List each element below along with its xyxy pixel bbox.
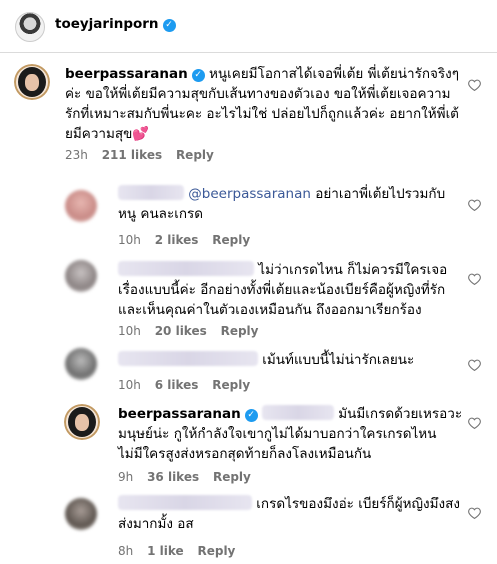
- comment-likes[interactable]: 1 like: [147, 544, 184, 558]
- profile-avatar[interactable]: [15, 12, 45, 42]
- comment-time: 10h: [118, 378, 141, 392]
- avatar[interactable]: [65, 348, 97, 380]
- comment-item: เกรดไรของมึงอ่ะ เบียร์ก็ผู้หญิงมึงสงส่งม…: [0, 492, 497, 562]
- comment-time: 8h: [118, 544, 134, 558]
- verified-badge-icon: ✓: [191, 69, 205, 82]
- heart-outline-icon[interactable]: [468, 196, 481, 212]
- redacted-username: [118, 351, 258, 366]
- mention-link[interactable]: @beerpassaranan: [188, 186, 311, 202]
- comment-meta: 10h 20 likes Reply: [118, 324, 268, 338]
- redacted-username: [118, 261, 254, 276]
- comment-likes[interactable]: 211 likes: [102, 148, 162, 162]
- comment-item: เม้นท์แบบนี้ไม่น่ารักเลยนะ 10h 6 likes R…: [0, 348, 497, 396]
- heart-outline-icon[interactable]: [468, 414, 481, 430]
- heart-outline-icon[interactable]: [468, 76, 481, 92]
- reply-button[interactable]: Reply: [221, 324, 259, 338]
- comment-likes[interactable]: 20 likes: [155, 324, 207, 338]
- comment-username[interactable]: beerpassaranan: [118, 406, 241, 422]
- comment-time: 23h: [65, 148, 88, 162]
- comment-body: ไม่ว่าเกรดไหน ก็ไม่ควรมีใครเจอเรื่องแบบน…: [118, 260, 458, 320]
- reply-button[interactable]: Reply: [197, 544, 235, 558]
- comment-meta: 9h 36 likes Reply: [118, 470, 261, 484]
- redacted-username: [118, 185, 184, 200]
- avatar[interactable]: [64, 404, 100, 440]
- avatar[interactable]: [65, 260, 97, 292]
- profile-username[interactable]: toeyjarinporn ✓: [55, 16, 176, 32]
- comment-time: 9h: [118, 470, 134, 484]
- avatar[interactable]: [14, 64, 50, 100]
- comment-time: 10h: [118, 233, 141, 247]
- comment-item: beerpassaranan ✓ หนูเคยมีโอกาสได้เจอพี่เต…: [0, 62, 497, 168]
- comment-meta: 10h 6 likes Reply: [118, 378, 260, 392]
- comment-text: เม้นท์แบบนี้ไม่น่ารักเลยนะ: [262, 352, 415, 368]
- comment-username[interactable]: beerpassaranan: [65, 66, 188, 82]
- comment-item: @beerpassaranan อย่าเอาพี่เต้ยไปรวมกับ ห…: [0, 182, 497, 252]
- header-username-text[interactable]: toeyjarinporn: [55, 16, 159, 32]
- comment-item: beerpassaranan ✓ มันมีเกรดด้วยเหรอวะ มนุษ…: [0, 402, 497, 490]
- redacted-username: [261, 405, 334, 420]
- comment-body: เกรดไรของมึงอ่ะ เบียร์ก็ผู้หญิงมึงสงส่งม…: [118, 494, 463, 534]
- avatar[interactable]: [65, 498, 97, 530]
- comment-body: เม้นท์แบบนี้ไม่น่ารักเลยนะ: [118, 350, 458, 370]
- verified-badge-icon: ✓: [162, 19, 176, 32]
- comment-item: ไม่ว่าเกรดไหน ก็ไม่ควรมีใครเจอเรื่องแบบน…: [0, 258, 497, 344]
- comment-meta: 23h 211 likes Reply: [65, 148, 224, 162]
- comment-body: beerpassaranan ✓ มันมีเกรดด้วยเหรอวะ มนุษ…: [118, 404, 463, 464]
- avatar[interactable]: [65, 190, 97, 222]
- comment-meta: 8h 1 like Reply: [118, 544, 245, 558]
- comment-likes[interactable]: 6 likes: [155, 378, 199, 392]
- reply-button[interactable]: Reply: [176, 148, 214, 162]
- reply-button[interactable]: Reply: [212, 233, 250, 247]
- verified-badge-icon: ✓: [244, 409, 258, 422]
- post-header: toeyjarinporn ✓: [0, 0, 497, 53]
- heart-outline-icon[interactable]: [468, 270, 481, 286]
- reply-button[interactable]: Reply: [213, 470, 251, 484]
- comment-likes[interactable]: 2 likes: [155, 233, 199, 247]
- comment-body: @beerpassaranan อย่าเอาพี่เต้ยไปรวมกับ ห…: [118, 184, 458, 224]
- heart-outline-icon[interactable]: [468, 504, 481, 520]
- redacted-username: [118, 495, 252, 510]
- comment-body: beerpassaranan ✓ หนูเคยมีโอกาสได้เจอพี่เต…: [65, 64, 465, 144]
- reply-button[interactable]: Reply: [212, 378, 250, 392]
- comment-meta: 10h 2 likes Reply: [118, 233, 260, 247]
- heart-outline-icon[interactable]: [468, 356, 481, 372]
- comment-likes[interactable]: 36 likes: [147, 470, 199, 484]
- comment-time: 10h: [118, 324, 141, 338]
